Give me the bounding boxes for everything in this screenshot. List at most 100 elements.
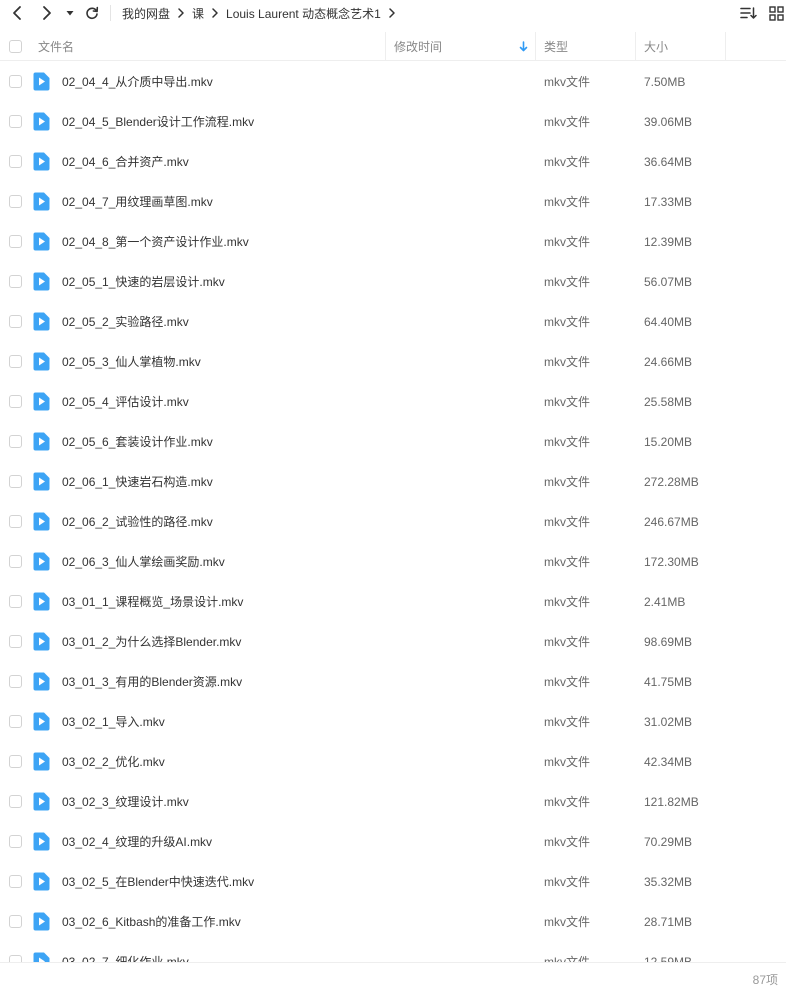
file-name[interactable]: 03_02_2_优化.mkv	[62, 742, 165, 782]
row-checkbox[interactable]	[9, 235, 22, 248]
file-row[interactable]: 03_02_3_纹理设计.mkv mkv文件 121.82MB	[0, 782, 786, 822]
row-checkbox[interactable]	[9, 75, 22, 88]
row-checkbox[interactable]	[9, 555, 22, 568]
file-type: mkv文件	[544, 755, 590, 769]
file-name[interactable]: 02_06_1_快速岩石构造.mkv	[62, 462, 213, 502]
file-name[interactable]: 03_02_4_纹理的升级AI.mkv	[62, 822, 212, 862]
file-type: mkv文件	[544, 115, 590, 129]
row-checkbox[interactable]	[9, 755, 22, 768]
row-checkbox[interactable]	[9, 395, 22, 408]
breadcrumb-item-folder[interactable]: 课	[192, 5, 204, 22]
file-name[interactable]: 02_04_5_Blender设计工作流程.mkv	[62, 102, 254, 142]
row-checkbox[interactable]	[9, 275, 22, 288]
file-row[interactable]: 03_01_3_有用的Blender资源.mkv mkv文件 41.75MB	[0, 662, 786, 702]
row-checkbox[interactable]	[9, 635, 22, 648]
file-name[interactable]: 02_04_6_合并资产.mkv	[62, 142, 189, 182]
row-checkbox[interactable]	[9, 315, 22, 328]
file-row[interactable]: 03_02_6_Kitbash的准备工作.mkv mkv文件 28.71MB	[0, 902, 786, 942]
chevron-right-icon[interactable]	[388, 8, 396, 18]
file-row[interactable]: 02_04_5_Blender设计工作流程.mkv mkv文件 39.06MB	[0, 102, 786, 142]
file-row[interactable]: 02_05_2_实验路径.mkv mkv文件 64.40MB	[0, 302, 786, 342]
select-all-checkbox[interactable]	[9, 32, 22, 61]
breadcrumb-item-root[interactable]: 我的网盘	[122, 5, 170, 22]
row-checkbox[interactable]	[9, 795, 22, 808]
row-checkbox[interactable]	[9, 195, 22, 208]
column-header-modified[interactable]: 修改时间	[394, 32, 442, 61]
row-checkbox[interactable]	[9, 435, 22, 448]
column-header-size[interactable]: 大小	[644, 32, 668, 61]
file-row[interactable]: 03_02_4_纹理的升级AI.mkv mkv文件 70.29MB	[0, 822, 786, 862]
file-row[interactable]: 02_04_4_从介质中导出.mkv mkv文件 7.50MB	[0, 62, 786, 102]
video-file-icon	[33, 512, 50, 531]
file-name[interactable]: 03_02_7_细化作业.mkv	[62, 942, 189, 962]
row-checkbox[interactable]	[9, 355, 22, 368]
file-row[interactable]: 02_04_6_合并资产.mkv mkv文件 36.64MB	[0, 142, 786, 182]
file-row[interactable]: 03_01_1_课程概览_场景设计.mkv mkv文件 2.41MB	[0, 582, 786, 622]
file-name[interactable]: 03_02_1_导入.mkv	[62, 702, 165, 742]
breadcrumb-item-current[interactable]: Louis Laurent 动态概念艺术1	[226, 5, 381, 22]
chevron-right-icon	[43, 6, 51, 20]
file-name[interactable]: 02_06_3_仙人掌绘画奖励.mkv	[62, 542, 225, 582]
file-name[interactable]: 03_01_3_有用的Blender资源.mkv	[62, 662, 242, 702]
file-type: mkv文件	[544, 955, 590, 962]
file-name[interactable]: 02_05_2_实验路径.mkv	[62, 302, 189, 342]
file-name[interactable]: 02_04_8_第一个资产设计作业.mkv	[62, 222, 249, 262]
file-name[interactable]: 02_05_4_评估设计.mkv	[62, 382, 189, 422]
file-row[interactable]: 02_06_2_试验性的路径.mkv mkv文件 246.67MB	[0, 502, 786, 542]
file-row[interactable]: 03_02_2_优化.mkv mkv文件 42.34MB	[0, 742, 786, 782]
file-name[interactable]: 02_05_3_仙人掌植物.mkv	[62, 342, 201, 382]
file-name[interactable]: 02_05_6_套装设计作业.mkv	[62, 422, 213, 462]
refresh-button[interactable]	[82, 3, 102, 23]
file-name[interactable]: 02_05_1_快速的岩层设计.mkv	[62, 262, 225, 302]
back-button[interactable]	[7, 3, 27, 23]
file-row[interactable]: 02_05_1_快速的岩层设计.mkv mkv文件 56.07MB	[0, 262, 786, 302]
row-checkbox[interactable]	[9, 675, 22, 688]
file-name[interactable]: 02_04_7_用纹理画草图.mkv	[62, 182, 213, 222]
file-size: 246.67MB	[644, 515, 699, 529]
file-row[interactable]: 03_02_1_导入.mkv mkv文件 31.02MB	[0, 702, 786, 742]
column-header-type[interactable]: 类型	[544, 32, 568, 61]
file-row[interactable]: 02_06_1_快速岩石构造.mkv mkv文件 272.28MB	[0, 462, 786, 502]
file-name[interactable]: 02_04_4_从介质中导出.mkv	[62, 62, 213, 102]
view-mode-button[interactable]	[766, 3, 786, 23]
toolbar-divider	[110, 5, 111, 21]
file-row[interactable]: 02_04_8_第一个资产设计作业.mkv mkv文件 12.39MB	[0, 222, 786, 262]
file-row[interactable]: 02_05_6_套装设计作业.mkv mkv文件 15.20MB	[0, 422, 786, 462]
file-name[interactable]: 03_02_6_Kitbash的准备工作.mkv	[62, 902, 241, 942]
file-list-header: 文件名 修改时间 类型 大小	[0, 32, 786, 61]
sort-button[interactable]	[738, 3, 758, 23]
file-type: mkv文件	[544, 715, 590, 729]
file-row[interactable]: 02_06_3_仙人掌绘画奖励.mkv mkv文件 172.30MB	[0, 542, 786, 582]
file-size: 15.20MB	[644, 435, 693, 449]
file-name[interactable]: 03_01_2_为什么选择Blender.mkv	[62, 622, 241, 662]
file-row[interactable]: 03_02_7_细化作业.mkv mkv文件 12.59MB	[0, 942, 786, 962]
row-checkbox[interactable]	[9, 475, 22, 488]
file-row[interactable]: 02_04_7_用纹理画草图.mkv mkv文件 17.33MB	[0, 182, 786, 222]
file-row[interactable]: 03_02_5_在Blender中快速迭代.mkv mkv文件 35.32MB	[0, 862, 786, 902]
file-row[interactable]: 02_05_4_评估设计.mkv mkv文件 25.58MB	[0, 382, 786, 422]
row-checkbox[interactable]	[9, 835, 22, 848]
column-header-name[interactable]: 文件名	[38, 32, 74, 61]
history-dropdown-button[interactable]	[62, 3, 78, 23]
row-checkbox[interactable]	[9, 715, 22, 728]
forward-button[interactable]	[37, 3, 57, 23]
sort-icon	[739, 7, 757, 19]
row-checkbox[interactable]	[9, 515, 22, 528]
view-tools	[738, 3, 786, 23]
video-file-icon	[33, 632, 50, 651]
file-name[interactable]: 03_01_1_课程概览_场景设计.mkv	[62, 582, 243, 622]
file-type: mkv文件	[544, 595, 590, 609]
video-file-icon	[33, 392, 50, 411]
file-row[interactable]: 03_01_2_为什么选择Blender.mkv mkv文件 98.69MB	[0, 622, 786, 662]
file-row[interactable]: 02_05_3_仙人掌植物.mkv mkv文件 24.66MB	[0, 342, 786, 382]
file-name[interactable]: 03_02_3_纹理设计.mkv	[62, 782, 189, 822]
row-checkbox[interactable]	[9, 875, 22, 888]
file-name[interactable]: 02_06_2_试验性的路径.mkv	[62, 502, 213, 542]
row-checkbox[interactable]	[9, 955, 22, 962]
caret-down-icon	[66, 11, 74, 16]
file-name[interactable]: 03_02_5_在Blender中快速迭代.mkv	[62, 862, 254, 902]
row-checkbox[interactable]	[9, 115, 22, 128]
row-checkbox[interactable]	[9, 595, 22, 608]
row-checkbox[interactable]	[9, 155, 22, 168]
row-checkbox[interactable]	[9, 915, 22, 928]
